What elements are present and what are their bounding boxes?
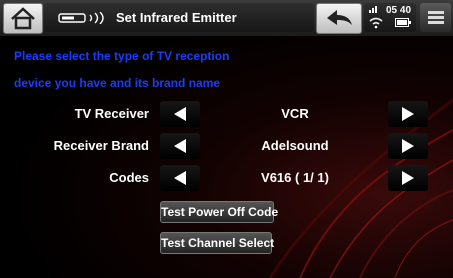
arrow-left-icon: [174, 107, 186, 121]
signal-wifi-icon: [369, 6, 383, 29]
menu-button[interactable]: [420, 3, 451, 32]
codes-label: Codes: [109, 170, 149, 185]
arrow-right-icon: [402, 171, 414, 185]
instructions: Please select the type of TV reception d…: [14, 43, 274, 97]
tv-receiver-prev-button[interactable]: [160, 101, 200, 127]
test-power-off-button[interactable]: Test Power Off Code: [160, 201, 278, 223]
battery-icon: [395, 18, 411, 27]
back-button[interactable]: [316, 3, 362, 34]
infrared-emitter-icon: [58, 12, 104, 24]
tv-receiver-value: VCR: [281, 106, 309, 121]
instruction-line-1: Please select the type of TV reception: [14, 49, 230, 63]
arrow-left-icon: [174, 171, 186, 185]
instruction-line-2: device you have and its brand name: [14, 76, 221, 90]
arrow-right-icon: [402, 139, 414, 153]
receiver-brand-label: Receiver Brand: [53, 138, 149, 153]
home-button[interactable]: [3, 3, 43, 34]
tv-receiver-next-button[interactable]: [388, 101, 428, 127]
test-channel-select-button[interactable]: Test Channel Select: [160, 232, 274, 254]
status-area: 05 40: [364, 3, 416, 32]
top-bar: Set Infrared Emitter 05 40: [0, 0, 453, 36]
title-area: Set Infrared Emitter: [44, 3, 314, 32]
arrow-left-icon: [174, 139, 186, 153]
receiver-brand-next-button[interactable]: [388, 133, 428, 159]
home-icon: [11, 7, 35, 30]
receiver-brand-value: Adelsound: [261, 138, 329, 153]
codes-prev-button[interactable]: [160, 165, 200, 191]
back-arrow-icon: [327, 10, 352, 25]
tv-receiver-label: TV Receiver: [74, 106, 149, 121]
receiver-brand-prev-button[interactable]: [160, 133, 200, 159]
page-title: Set Infrared Emitter: [116, 10, 237, 25]
clock: 05 40: [386, 5, 412, 16]
codes-next-button[interactable]: [388, 165, 428, 191]
codes-value: V616 ( 1/ 1): [261, 170, 329, 185]
arrow-right-icon: [402, 107, 414, 121]
